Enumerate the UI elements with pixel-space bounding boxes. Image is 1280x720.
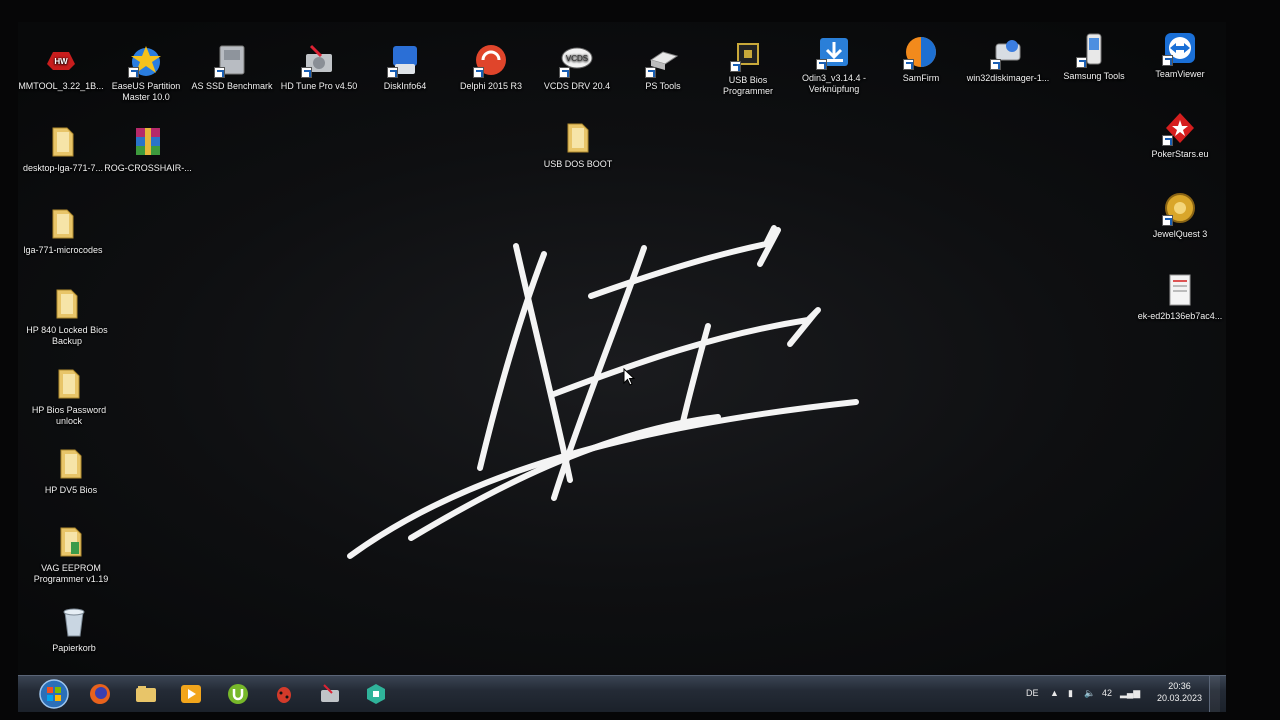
desktop-icon-diskinfo[interactable]: DiskInfo64 (360, 42, 450, 92)
utorrent-icon (228, 684, 248, 704)
desktop-icon-ps-tools[interactable]: PS Tools (618, 42, 708, 92)
show-desktop-button[interactable] (1209, 676, 1220, 712)
svg-text:VCDS: VCDS (566, 54, 588, 63)
desktop-icon-delphi[interactable]: Delphi 2015 R3 (446, 42, 536, 92)
folder-icon (567, 123, 589, 153)
desktop-icon-vag-eeprom[interactable]: VAG EEPROM Programmer v1.19 (26, 524, 116, 585)
desktop-icon-hd-tune[interactable]: HD Tune Pro v4.50 (274, 42, 364, 92)
desktop-icon-papierkorb[interactable]: Papierkorb (29, 604, 119, 654)
taskbar-green-app[interactable] (356, 680, 396, 708)
desktop-icon-usb-bios[interactable]: USB Bios Programmer (703, 36, 793, 97)
firefox-icon (90, 684, 110, 704)
desktop-icon-win32diskimager[interactable]: win32diskimager-1... (963, 34, 1053, 84)
red-gear-logo-icon: HW (47, 52, 75, 70)
green-app-icon (367, 684, 385, 704)
taskbar-bug-app[interactable] (264, 680, 304, 708)
desktop-icon-easeus[interactable]: EaseUS Partition Master 10.0 (101, 42, 191, 103)
hd-tune-icon (321, 684, 339, 702)
desktop-icon-usb-dos-boot[interactable]: USB DOS BOOT (533, 120, 623, 170)
taskbar: DE ▲ ▮ 🔈 42 ▂▄▆ 20:36 20.03.2023 (18, 675, 1226, 712)
mouse-cursor-icon (623, 368, 635, 386)
taskbar-explorer[interactable] (126, 680, 166, 708)
start-orb-icon[interactable] (38, 678, 70, 710)
desktop-icon-samsung-tools[interactable]: Samsung Tools (1049, 32, 1139, 82)
recycle-bin-icon (63, 608, 85, 637)
desktop-icon-teamviewer[interactable]: TeamViewer (1135, 30, 1225, 80)
clock-date: 20.03.2023 (1156, 693, 1202, 703)
clock[interactable]: 20:36 20.03.2023 (1157, 680, 1202, 704)
volume-level: 42 (1102, 688, 1113, 698)
taskbar-utorrent[interactable] (218, 680, 258, 708)
clock-time: 20:36 (1168, 681, 1191, 691)
desktop-icon-pokerstars[interactable]: PokerStars.eu (1135, 110, 1225, 160)
desktop-icon-desktop-lga-771[interactable]: desktop-lga-771-7... (18, 124, 108, 174)
desktop-icon-odin[interactable]: Odin3_v3.14.4 - Verknüpfung (789, 34, 879, 95)
folder-icon (56, 289, 78, 319)
svg-text:HW: HW (54, 57, 68, 66)
desktop-icon-hp-bios-password[interactable]: HP Bios Password unlock (24, 366, 114, 427)
desktop-icon-rog-crosshair[interactable]: ROG-CROSSHAIR-... (103, 124, 193, 174)
language-indicator[interactable]: DE (1026, 688, 1039, 698)
desktop-screen: HW MMTOOL_3.22_1B... EaseUS Partition Ma… (18, 22, 1226, 712)
taskbar-media-player[interactable] (171, 680, 211, 708)
desktop-icon-samfirm[interactable]: SamFirm (876, 34, 966, 84)
system-tray: DE ▲ ▮ 🔈 42 ▂▄▆ 20:36 20.03.2023 (1020, 676, 1220, 712)
desktop-icon-ek-document[interactable]: ek-ed2b136eb7ac4... (1135, 272, 1225, 322)
battery-icon[interactable]: ▮ (1068, 688, 1073, 699)
folder-icon (52, 127, 74, 157)
media-player-icon (181, 685, 201, 703)
bug-icon (277, 687, 291, 703)
desktop-icon-lga-771-microcodes[interactable]: lga-771-microcodes (18, 206, 108, 256)
explorer-icon (136, 686, 156, 702)
network-signal-icon[interactable]: ▂▄▆ (1120, 688, 1140, 699)
folder-icon (60, 449, 82, 479)
desktop-icon-as-ssd[interactable]: AS SSD Benchmark (187, 42, 277, 92)
folder-icon (58, 369, 80, 399)
desktop-icon-jewelquest[interactable]: JewelQuest 3 (1135, 190, 1225, 240)
desktop-icon-hp-dv5-bios[interactable]: HP DV5 Bios (26, 446, 116, 496)
winrar-icon (136, 128, 160, 155)
taskbar-firefox[interactable] (80, 680, 120, 708)
folder-icon (52, 209, 74, 239)
desktop-icon-vcds[interactable]: VCDS VCDS DRV 20.4 (532, 42, 622, 92)
tray-expand-icon[interactable]: ▲ (1050, 688, 1059, 698)
document-icon (1169, 274, 1191, 306)
desktop-icon-hp-840-bios[interactable]: HP 840 Locked Bios Backup (22, 286, 112, 347)
desktop-icon-mmtool[interactable]: HW MMTOOL_3.22_1B... (18, 42, 106, 92)
folder-icon (60, 527, 82, 557)
volume-icon[interactable]: 🔈 (1084, 688, 1095, 699)
taskbar-hd-tune[interactable] (310, 680, 350, 708)
